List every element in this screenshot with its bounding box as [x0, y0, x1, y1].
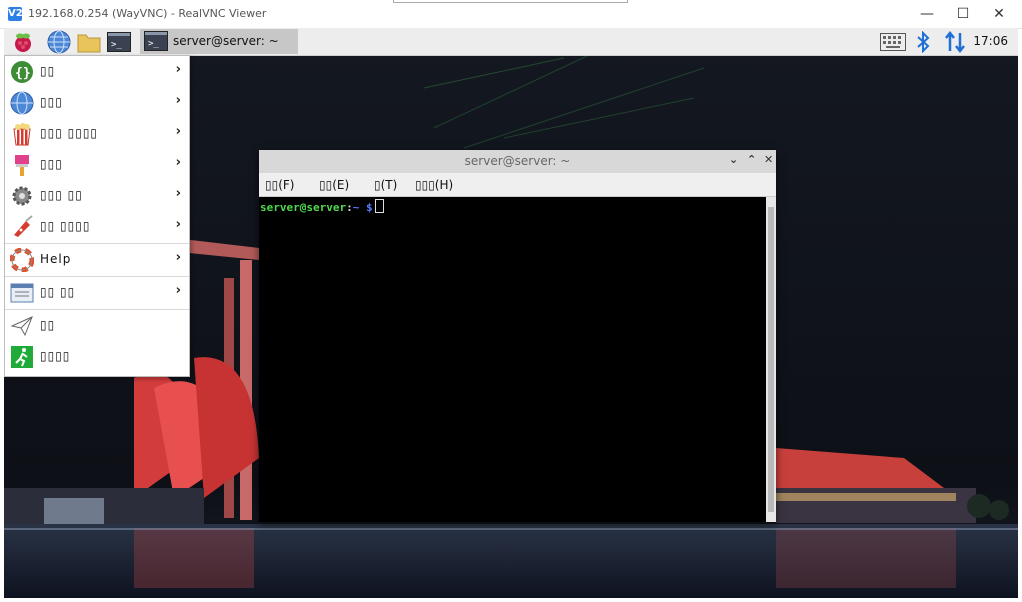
maximize-window-button[interactable]: ⌃: [747, 153, 756, 166]
menu-item-label: ▯▯▯ ▯▯: [40, 188, 83, 202]
terminal-menu-bar: ▯▯(F) ▯▯(E) ▯(T) ▯▯▯(H): [259, 173, 776, 197]
svg-text:{}: {}: [15, 66, 31, 81]
menu-item-preferences[interactable]: ▯▯ ▯▯ ›: [5, 277, 189, 308]
prompt-separator: :: [346, 201, 353, 214]
menu-item-internet[interactable]: ▯▯▯ ›: [5, 87, 189, 118]
keyboard-icon[interactable]: [880, 29, 906, 54]
scrollbar-thumb[interactable]: [768, 207, 774, 512]
globe-icon: [10, 91, 34, 115]
realvnc-app-icon: V2: [8, 7, 23, 21]
raspberry-icon[interactable]: [10, 29, 36, 54]
close-button[interactable]: ✕: [982, 4, 1016, 24]
terminal-title: server@server: ~: [464, 154, 571, 168]
chevron-right-icon: ›: [175, 155, 181, 170]
menu-item-shutdown[interactable]: ▯▯▯▯: [5, 341, 189, 372]
prompt-path: ~: [352, 201, 360, 214]
chevron-right-icon: ›: [175, 186, 181, 201]
menu-item-label: ▯▯▯: [40, 157, 63, 171]
chevron-right-icon: ›: [175, 93, 181, 108]
paintbrush-icon: [10, 153, 34, 177]
logout-icon: [10, 345, 34, 369]
remote-desktop[interactable]: >_ >_ server@server: ~ 17:06 {} ▯▯ › ▯▯▯: [4, 28, 1018, 598]
terminal-window[interactable]: server@server: ~ ⌄ ⌃ ✕ ▯▯(F) ▯▯(E) ▯(T) …: [259, 150, 776, 522]
paper-plane-icon: [10, 314, 34, 338]
chevron-right-icon: ›: [175, 217, 181, 232]
vnc-title-bar: V2 192.168.0.254 (WayVNC) - RealVNC View…: [0, 0, 1022, 29]
clock[interactable]: 17:06: [973, 34, 1008, 48]
close-window-button[interactable]: ✕: [764, 153, 773, 166]
menu-item-label: ▯▯▯ ▯▯▯▯: [40, 126, 99, 140]
file-manager-icon[interactable]: [76, 29, 102, 54]
lifebuoy-icon: [9, 247, 35, 273]
menu-item-sound-video[interactable]: ▯▯▯ ▯▯▯▯ ›: [5, 118, 189, 149]
chevron-right-icon: ›: [175, 283, 181, 298]
gear-icon: [10, 184, 34, 208]
shell-prompt: server@server:~ $: [260, 199, 384, 214]
terminal-launcher-icon[interactable]: >_: [106, 29, 132, 54]
svg-text:>_: >_: [148, 39, 159, 49]
menu-item-programming[interactable]: {} ▯▯ ›: [5, 56, 189, 87]
menu-item-label: ▯▯▯▯: [40, 349, 71, 363]
menu-file[interactable]: ▯▯(F): [265, 178, 294, 192]
terminal-title-bar[interactable]: server@server: ~ ⌄ ⌃ ✕: [259, 150, 776, 173]
chevron-right-icon: ›: [175, 124, 181, 139]
window-title: 192.168.0.254 (WayVNC) - RealVNC Viewer: [28, 7, 267, 20]
menu-item-label: Help: [40, 252, 72, 266]
preferences-icon: [10, 281, 34, 305]
vnc-toolbar-handle[interactable]: [393, 0, 628, 3]
menu-tabs[interactable]: ▯(T): [374, 178, 397, 192]
chevron-right-icon: ›: [175, 62, 181, 77]
text-cursor: [374, 199, 384, 213]
menu-help[interactable]: ▯▯▯(H): [415, 178, 453, 192]
menu-item-system-tools[interactable]: ▯▯▯ ▯▯ ›: [5, 180, 189, 211]
menu-item-label: ▯▯: [40, 318, 56, 332]
menu-item-graphics[interactable]: ▯▯▯ ›: [5, 149, 189, 180]
terminal-task-label: server@server: ~: [173, 34, 279, 48]
chevron-right-icon: ›: [175, 250, 181, 265]
code-braces-icon: {}: [10, 60, 34, 84]
menu-item-label: ▯▯ ▯▯: [40, 285, 76, 299]
minimize-window-button[interactable]: ⌄: [729, 153, 738, 166]
maximize-button[interactable]: ☐: [946, 4, 980, 24]
menu-item-label: ▯▯▯: [40, 95, 63, 109]
network-transfer-icon[interactable]: [942, 29, 968, 54]
terminal-task-icon: >_: [144, 31, 168, 54]
svg-text:>_: >_: [111, 40, 122, 50]
menu-item-help[interactable]: Help ›: [5, 244, 189, 275]
bluetooth-icon[interactable]: [910, 29, 936, 54]
prompt-symbol: $: [365, 201, 373, 214]
menu-item-label: ▯▯: [40, 64, 56, 78]
web-browser-icon[interactable]: [46, 29, 72, 54]
minimize-button[interactable]: —: [910, 4, 944, 24]
menu-item-run[interactable]: ▯▯: [5, 310, 189, 341]
menu-item-label: ▯▯ ▯▯▯▯: [40, 219, 91, 233]
application-menu: {} ▯▯ › ▯▯▯ › ▯▯▯ ▯▯▯▯ › ▯▯▯ › ▯▯▯ ▯▯ › …: [4, 55, 190, 377]
swiss-knife-icon: [10, 215, 34, 239]
taskbar-terminal-task[interactable]: >_ server@server: ~: [140, 29, 298, 54]
menu-edit[interactable]: ▯▯(E): [319, 178, 349, 192]
popcorn-icon: [10, 122, 34, 146]
prompt-user: server@server: [260, 201, 347, 214]
terminal-output[interactable]: server@server:~ $: [259, 197, 766, 522]
terminal-scrollbar[interactable]: [766, 197, 776, 522]
taskbar: >_ >_ server@server: ~ 17:06: [4, 28, 1018, 56]
menu-item-accessories[interactable]: ▯▯ ▯▯▯▯ ›: [5, 211, 189, 242]
